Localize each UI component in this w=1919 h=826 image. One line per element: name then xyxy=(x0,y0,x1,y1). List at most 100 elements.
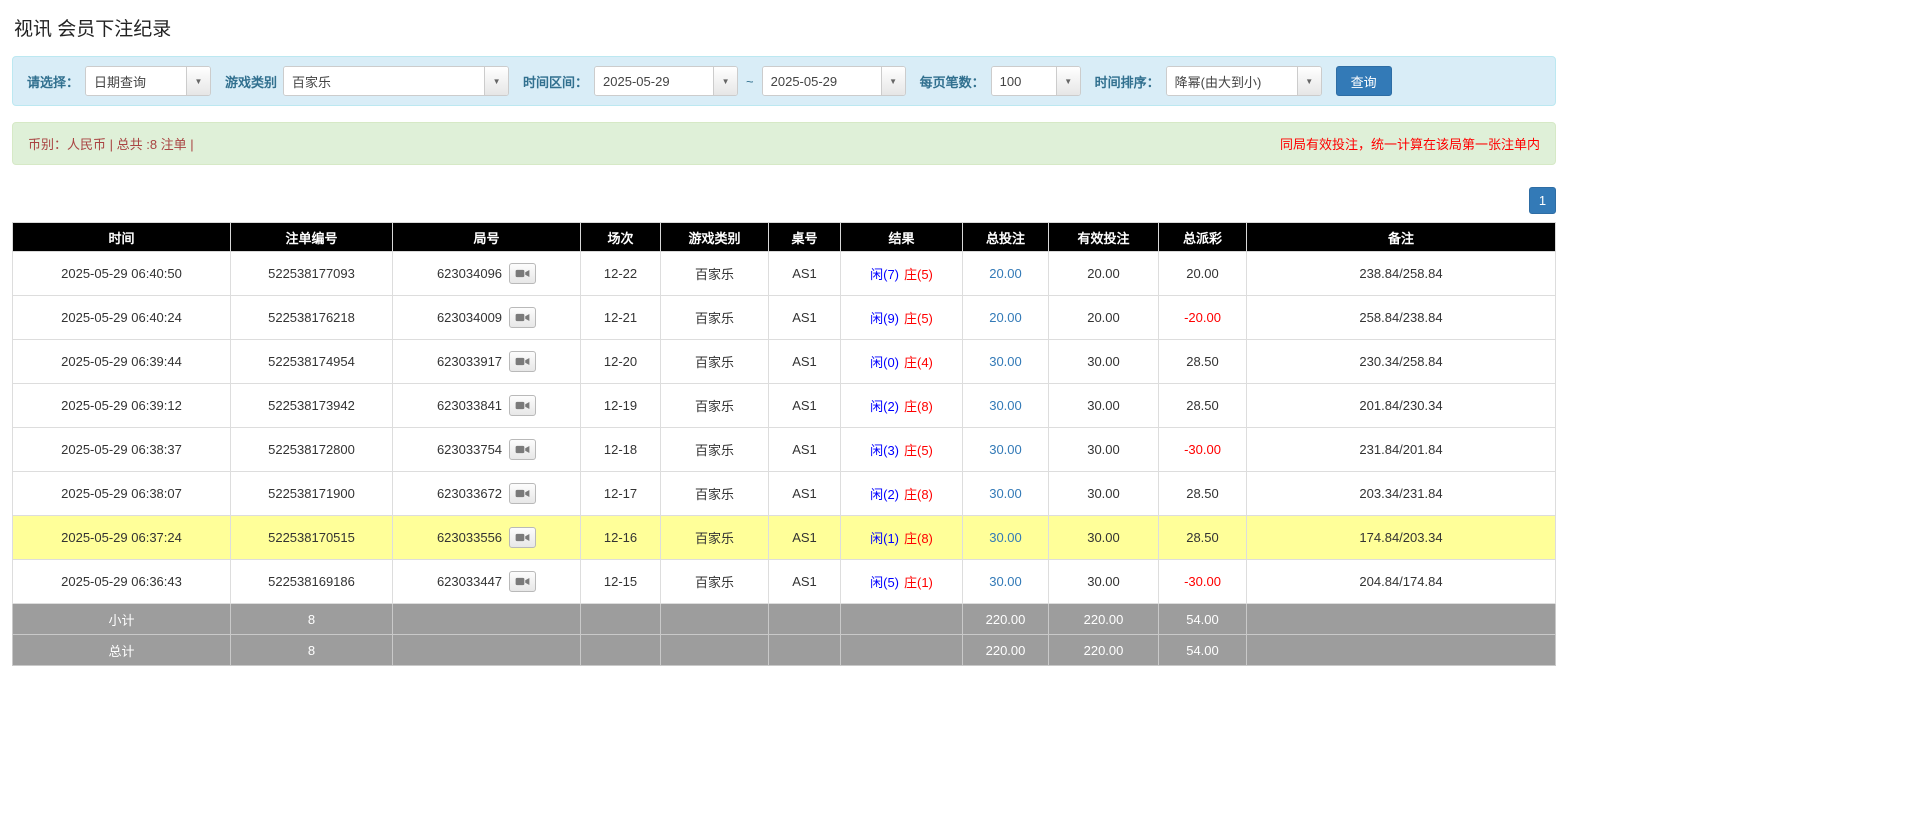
round-id-cell: 623033447 xyxy=(393,560,581,604)
query-type-input[interactable] xyxy=(86,67,186,95)
page-title: 视讯 会员下注纪录 xyxy=(14,14,1556,41)
subtotal-empty-cell xyxy=(1247,604,1556,635)
page-size-input[interactable] xyxy=(992,67,1056,95)
payout-cell: -30.00 xyxy=(1159,560,1247,604)
video-replay-button[interactable] xyxy=(509,439,536,460)
currency-summary-text: 币别：人民币 | 总共 :8 注单 | xyxy=(28,134,194,153)
search-button[interactable]: 查询 xyxy=(1336,66,1392,96)
result-cell: 闲(2)庄(8) xyxy=(841,472,963,516)
page-size-caret-icon[interactable]: ▼ xyxy=(1056,67,1080,95)
table-no-cell: AS1 xyxy=(769,472,841,516)
bet-id-cell: 522538176218 xyxy=(231,296,393,340)
game-type-cell: 百家乐 xyxy=(661,472,769,516)
subtotal-total_bet: 220.00 xyxy=(963,604,1049,635)
game-type-label: 游戏类别 xyxy=(225,72,277,91)
game-type-caret-icon[interactable]: ▼ xyxy=(484,67,508,95)
result-banker: 庄(4) xyxy=(904,355,933,370)
valid-bet-cell: 30.00 xyxy=(1049,516,1159,560)
date-to-combobox: ▼ xyxy=(762,66,906,96)
game-type-input[interactable] xyxy=(284,67,484,95)
table-no-cell: AS1 xyxy=(769,560,841,604)
total-empty-cell xyxy=(581,635,661,666)
subtotal-label: 小计 xyxy=(13,604,231,635)
table-row: 2025-05-29 06:39:12 522538173942 6230338… xyxy=(13,384,1556,428)
total-empty-cell xyxy=(393,635,581,666)
column-header: 游戏类别 xyxy=(661,223,769,252)
bet-id-cell: 522538170515 xyxy=(231,516,393,560)
result-cell: 闲(5)庄(1) xyxy=(841,560,963,604)
video-replay-button[interactable] xyxy=(509,395,536,416)
video-replay-button[interactable] xyxy=(509,527,536,548)
session-cell: 12-22 xyxy=(581,252,661,296)
result-banker: 庄(5) xyxy=(904,311,933,326)
game-type-cell: 百家乐 xyxy=(661,384,769,428)
date-from-caret-icon[interactable]: ▼ xyxy=(713,67,737,95)
round-id-cell: 623033917 xyxy=(393,340,581,384)
column-header: 有效投注 xyxy=(1049,223,1159,252)
page-size-label: 每页笔数： xyxy=(920,72,985,91)
payout-cell: 28.50 xyxy=(1159,340,1247,384)
total-label: 总计 xyxy=(13,635,231,666)
table-no-cell: AS1 xyxy=(769,516,841,560)
result-player: 闲(2) xyxy=(870,487,899,502)
column-header: 注单编号 xyxy=(231,223,393,252)
date-to-input[interactable] xyxy=(763,67,881,95)
bet-id-cell: 522538171900 xyxy=(231,472,393,516)
sort-input[interactable] xyxy=(1167,67,1297,95)
round-id-cell: 623033556 xyxy=(393,516,581,560)
round-id-cell: 623033841 xyxy=(393,384,581,428)
payout-cell: 28.50 xyxy=(1159,472,1247,516)
payout-cell: -20.00 xyxy=(1159,296,1247,340)
video-camera-icon xyxy=(515,312,530,323)
info-bar: 币别：人民币 | 总共 :8 注单 | 同局有效投注，统一计算在该局第一张注单内 xyxy=(12,122,1556,165)
payout-cell: -30.00 xyxy=(1159,428,1247,472)
total-bet-link[interactable]: 20.00 xyxy=(989,266,1022,281)
session-cell: 12-17 xyxy=(581,472,661,516)
column-header: 时间 xyxy=(13,223,231,252)
column-header: 桌号 xyxy=(769,223,841,252)
game-type-cell: 百家乐 xyxy=(661,296,769,340)
result-player: 闲(2) xyxy=(870,399,899,414)
video-replay-button[interactable] xyxy=(509,263,536,284)
round-id: 623033754 xyxy=(437,442,502,457)
video-replay-button[interactable] xyxy=(509,483,536,504)
video-camera-icon xyxy=(515,576,530,587)
valid-bet-cell: 30.00 xyxy=(1049,384,1159,428)
total-payout: 54.00 xyxy=(1159,635,1247,666)
video-replay-button[interactable] xyxy=(509,571,536,592)
bet-id-cell: 522538173942 xyxy=(231,384,393,428)
total-bet-link[interactable]: 30.00 xyxy=(989,442,1022,457)
total-count: 8 xyxy=(231,635,393,666)
total-bet-link[interactable]: 30.00 xyxy=(989,486,1022,501)
bet-id-cell: 522538174954 xyxy=(231,340,393,384)
date-to-caret-icon[interactable]: ▼ xyxy=(881,67,905,95)
round-id: 623033841 xyxy=(437,398,502,413)
video-camera-icon xyxy=(515,444,530,455)
result-player: 闲(7) xyxy=(870,267,899,282)
valid-bet-cell: 20.00 xyxy=(1049,252,1159,296)
column-header: 场次 xyxy=(581,223,661,252)
time-cell: 2025-05-29 06:37:24 xyxy=(13,516,231,560)
session-cell: 12-15 xyxy=(581,560,661,604)
video-replay-button[interactable] xyxy=(509,351,536,372)
time-cell: 2025-05-29 06:40:50 xyxy=(13,252,231,296)
total-bet-cell: 30.00 xyxy=(963,560,1049,604)
column-header: 总派彩 xyxy=(1159,223,1247,252)
total-empty-cell xyxy=(841,635,963,666)
sort-caret-icon[interactable]: ▼ xyxy=(1297,67,1321,95)
round-id-cell: 623034096 xyxy=(393,252,581,296)
date-from-input[interactable] xyxy=(595,67,713,95)
total-bet-link[interactable]: 20.00 xyxy=(989,310,1022,325)
pagination-page-button[interactable]: 1 xyxy=(1529,187,1556,214)
query-type-caret-icon[interactable]: ▼ xyxy=(186,67,210,95)
total-bet-link[interactable]: 30.00 xyxy=(989,530,1022,545)
total-bet-link[interactable]: 30.00 xyxy=(989,398,1022,413)
total-bet-link[interactable]: 30.00 xyxy=(989,354,1022,369)
table-no-cell: AS1 xyxy=(769,384,841,428)
time-cell: 2025-05-29 06:39:44 xyxy=(13,340,231,384)
remark-cell: 258.84/238.84 xyxy=(1247,296,1556,340)
total-bet-link[interactable]: 30.00 xyxy=(989,574,1022,589)
table-header-row: 时间注单编号局号场次游戏类别桌号结果总投注有效投注总派彩备注 xyxy=(13,223,1556,252)
video-replay-button[interactable] xyxy=(509,307,536,328)
result-player: 闲(0) xyxy=(870,355,899,370)
